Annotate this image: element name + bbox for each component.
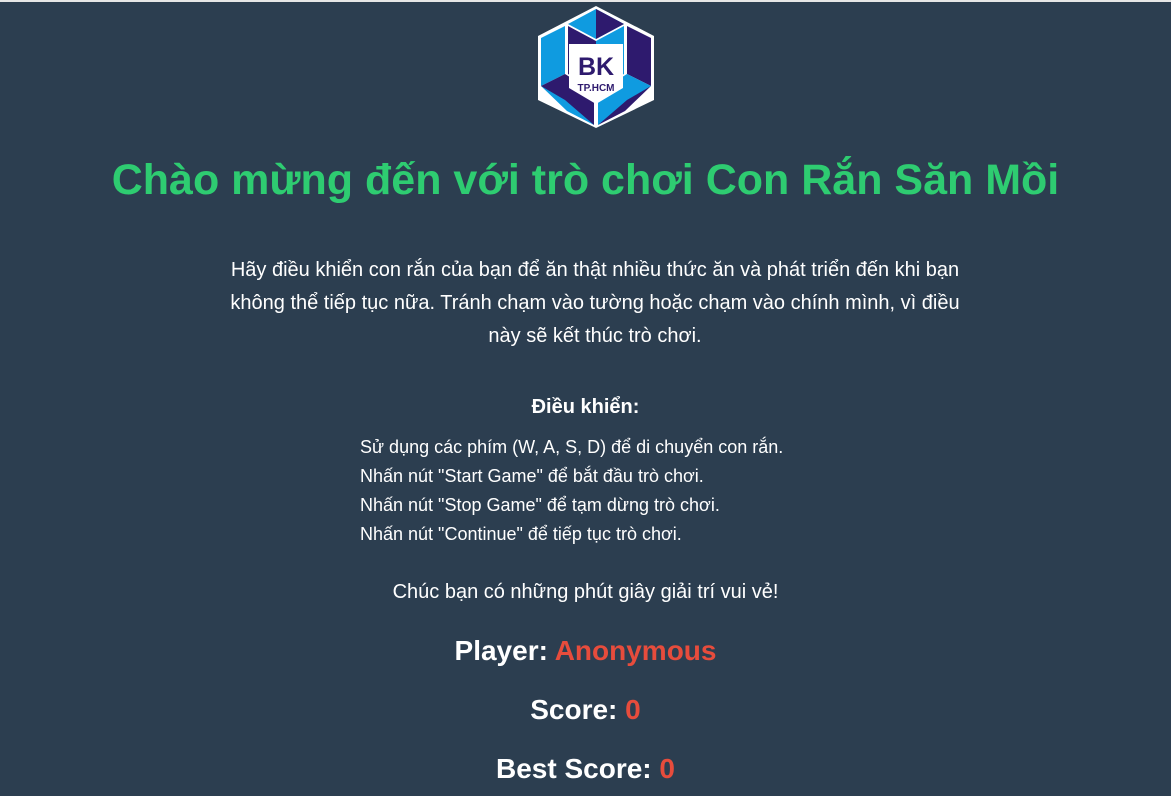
score-label: Score:	[530, 694, 618, 725]
controls-item-move: Sử dụng các phím (W, A, S, D) để di chuy…	[360, 437, 784, 457]
closing-text: Chúc bạn có những phút giây giải trí vui…	[392, 581, 779, 603]
logo-text-main: BK	[578, 53, 614, 81]
score-value: 0	[625, 694, 641, 725]
best-score-label: Best Score:	[496, 753, 652, 784]
best-score-stat: Best Score: 0	[0, 751, 1171, 787]
intro-text: Hãy điều khiển con rắn của bạn để ăn thậ…	[230, 259, 960, 347]
controls-item-start: Nhấn nút "Start Game" để bắt đầu trò chơ…	[360, 466, 704, 486]
controls-item-continue: Nhấn nút "Continue" để tiếp tục trò chơi…	[360, 524, 682, 544]
game-welcome-page: BK TP.HCM Chào mừng đến với trò chơi Con…	[0, 0, 1171, 796]
player-label: Player:	[454, 635, 548, 666]
player-stat: Player: Anonymous	[0, 633, 1171, 669]
best-score-value: 0	[659, 753, 675, 784]
bk-logo: BK TP.HCM	[538, 6, 654, 128]
controls-list: Sử dụng các phím (W, A, S, D) để di chuy…	[360, 433, 783, 549]
logo-text-sub: TP.HCM	[577, 83, 614, 94]
controls-heading: Điều khiển:	[531, 396, 640, 418]
score-stat: Score: 0	[0, 692, 1171, 728]
page-title: Chào mừng đến với trò chơi Con Rắn Săn M…	[111, 156, 1060, 204]
controls-item-stop: Nhấn nút "Stop Game" để tạm dừng trò chơ…	[360, 495, 720, 515]
player-name: Anonymous	[554, 635, 717, 666]
